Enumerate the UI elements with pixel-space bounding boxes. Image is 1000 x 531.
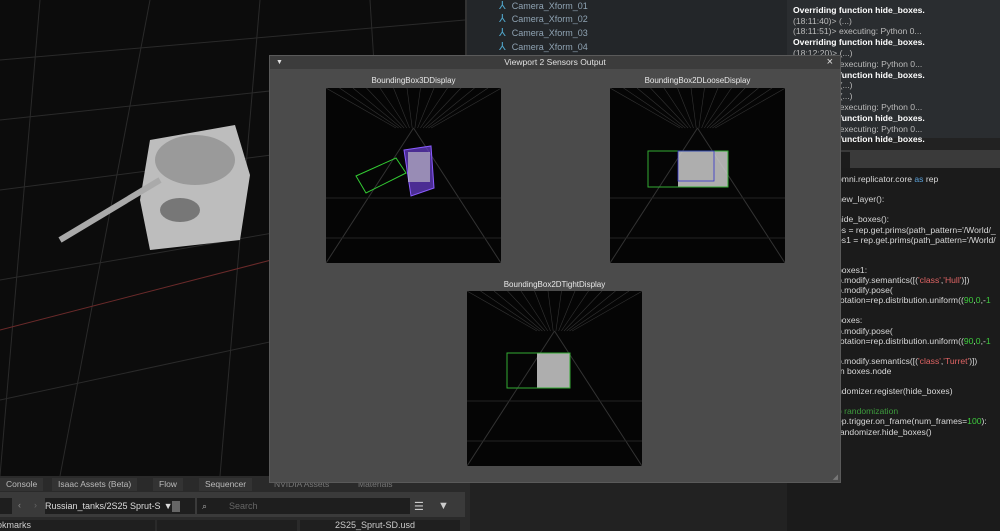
sensors-output-window: ▼ Viewport 2 Sensors Output × BoundingBo… — [269, 55, 841, 483]
code-line: p randomization — [837, 406, 899, 417]
bbox3d-image — [326, 88, 501, 263]
tab-flow[interactable]: Flow — [153, 478, 183, 491]
tank-render — [537, 353, 570, 388]
code-line: ep.trigger.on_frame(num_frames=100): — [837, 416, 987, 427]
stage-item[interactable]: ⅄ Camera_Xform_02 — [499, 14, 588, 25]
menu-icon[interactable]: ☰ — [414, 500, 424, 513]
tab-console[interactable]: Console — [0, 478, 44, 491]
code-line: p.modify.semantics([('class','Turret')]) — [837, 355, 978, 366]
code-line: rn boxes.node — [837, 365, 892, 376]
resize-handle[interactable]: ◢ — [833, 473, 838, 481]
console-line: Overriding function hide_boxes. — [793, 4, 925, 15]
content-browser-panel: Console Isaac Assets (Beta) Flow Sequenc… — [0, 476, 470, 531]
folder-list[interactable] — [157, 520, 297, 531]
stage-item[interactable]: ⅄ Camera_Xform_04 — [499, 42, 588, 53]
camera-xform-icon: ⅄ — [499, 0, 506, 12]
camera-xform-icon: ⅄ — [499, 27, 506, 39]
code-line: p.modify.pose( — [837, 285, 893, 296]
stage-item[interactable]: ⅄ Camera_Xform_01 — [499, 1, 588, 12]
window-title: Viewport 2 Sensors Output — [504, 57, 606, 67]
sensor-render — [467, 291, 642, 466]
camera-xform-icon: ⅄ — [499, 41, 506, 53]
camera-xform-icon: ⅄ — [499, 13, 506, 25]
search-icon: ⌕ — [202, 501, 208, 511]
bbox2d-loose-image — [610, 88, 785, 263]
bookmark-icon[interactable] — [172, 501, 180, 512]
code-line: omni.replicator.core as rep — [837, 174, 939, 184]
stage-panel: ⅄ Camera_Xform_01 ⅄ Camera_Xform_02 ⅄ Camer… — [465, 0, 787, 56]
code-line: hide_boxes(): — [837, 214, 890, 225]
file-item[interactable]: 2S25_Sprut-SD.usd — [300, 520, 460, 531]
code-line: es1 = rep.get.prims(path_pattern='/World… — [837, 234, 996, 245]
code-line: p.modify.semantics([('class','Hull')]) — [837, 275, 970, 285]
collapse-icon[interactable]: ▼ — [276, 56, 283, 69]
panel-label: BoundingBox2DTightDisplay — [503, 280, 606, 289]
back-icon[interactable]: ‹ — [18, 500, 21, 510]
bbox3d-hull — [355, 157, 407, 194]
panel-label: BoundingBox3DDisplay — [371, 76, 456, 85]
forward-icon[interactable]: › — [34, 500, 37, 510]
search-input[interactable]: ⌕ Search — [197, 498, 410, 514]
tab-sequencer[interactable]: Sequencer — [199, 478, 253, 491]
tab-isaac-assets[interactable]: Isaac Assets (Beta) — [52, 478, 138, 491]
sensor-render — [326, 88, 501, 263]
stage-item[interactable]: ⅄ Camera_Xform_03 — [499, 28, 588, 39]
code-line: p.modify.pose( — [837, 325, 893, 336]
code-line: new_layer(): — [837, 194, 885, 205]
bookmarks-list[interactable]: Bookmarks — [0, 520, 155, 531]
bbox2d-tight-image — [467, 291, 642, 466]
nav-field[interactable] — [0, 498, 12, 514]
console-line: Overriding function hide_boxes. — [793, 37, 925, 48]
code-line: randomizer.hide_boxes() — [837, 426, 932, 437]
window-titlebar[interactable]: ▼ Viewport 2 Sensors Output × — [270, 56, 840, 69]
tank-render — [678, 151, 728, 187]
console-line: (18:11:51)> executing: Python 0... — [793, 26, 922, 37]
filter-icon[interactable]: ▼ — [438, 500, 449, 512]
code-line: boxes1: — [837, 264, 868, 275]
console-line: (18:11:40)> (...) — [793, 15, 852, 26]
code-line: ndomizer.register(hide_boxes) — [837, 386, 953, 397]
sensor-render — [610, 88, 785, 263]
code-line: rotation=rep.distribution.uniform((90,0,… — [837, 295, 991, 306]
panel-label: BoundingBox2DLooseDisplay — [644, 76, 751, 85]
close-icon[interactable]: × — [827, 56, 833, 69]
code-line: es = rep.get.prims(path_pattern='/World/… — [837, 224, 996, 235]
tank-model — [58, 125, 250, 250]
code-line: rotation=rep.distribution.uniform((90,0,… — [837, 335, 991, 346]
